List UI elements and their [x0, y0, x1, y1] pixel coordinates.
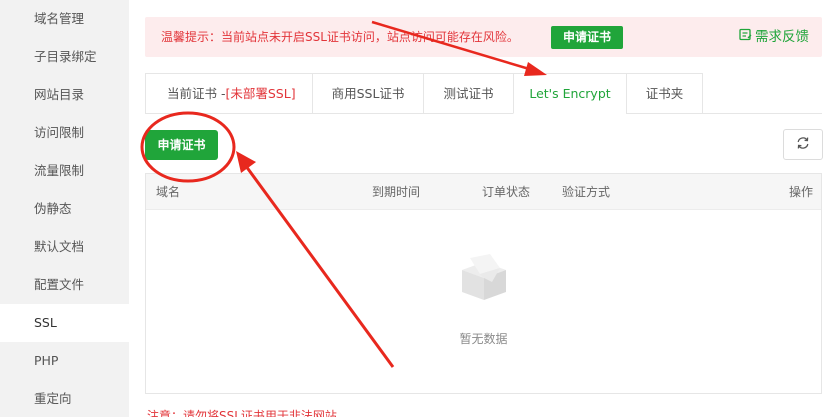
refresh-button[interactable] [783, 129, 823, 160]
ssl-tabs: 当前证书 -[未部署SSL] 商用SSL证书 测试证书 Let's Encryp… [145, 73, 822, 114]
cert-table: 域名 到期时间 订单状态 验证方式 操作 暂无数据 [145, 173, 822, 394]
tab-lets-encrypt[interactable]: Let's Encrypt [513, 73, 626, 114]
table-empty-state: 暂无数据 [146, 210, 821, 395]
feedback-label: 需求反馈 [755, 29, 809, 45]
illegal-use-note: 注意：请勿将SSL证书用于非法网站 [147, 409, 337, 417]
refresh-icon [796, 136, 810, 153]
col-domain: 域名 [156, 185, 181, 199]
tab-business-ssl[interactable]: 商用SSL证书 [312, 73, 423, 114]
sidebar-item-subdir[interactable]: 子目录绑定 [0, 38, 129, 76]
empty-box-icon [456, 252, 512, 307]
sidebar-item-traffic-limit[interactable]: 流量限制 [0, 152, 129, 190]
sidebar-item-default-doc[interactable]: 默认文档 [0, 228, 129, 266]
sidebar-item-domain[interactable]: 域名管理 [0, 0, 129, 38]
tab-current-label: 当前证书 - [167, 86, 226, 101]
warning-text: 温馨提示：当前站点未开启SSL证书访问，站点访问可能存在风险。 [161, 30, 519, 44]
tab-cert-folder[interactable]: 证书夹 [626, 73, 703, 114]
apply-cert-button[interactable]: 申请证书 [145, 130, 218, 160]
main-panel: 温馨提示：当前站点未开启SSL证书访问，站点访问可能存在风险。 申请证书 需求反… [129, 0, 839, 417]
ssl-warning-banner: 温馨提示：当前站点未开启SSL证书访问，站点访问可能存在风险。 申请证书 需求反… [145, 17, 822, 57]
col-verify-method: 验证方式 [562, 185, 611, 199]
sidebar-item-php[interactable]: PHP [0, 342, 129, 380]
tab-current-cert[interactable]: 当前证书 -[未部署SSL] [145, 73, 312, 114]
feedback-link[interactable]: 需求反馈 [739, 17, 809, 58]
banner-apply-button[interactable]: 申请证书 [551, 26, 623, 49]
empty-text: 暂无数据 [459, 332, 508, 346]
sidebar-item-redirect[interactable]: 重定向 [0, 380, 129, 417]
sidebar-item-rewrite[interactable]: 伪静态 [0, 190, 129, 228]
sidebar: 域名管理 子目录绑定 网站目录 访问限制 流量限制 伪静态 默认文档 配置文件 … [0, 0, 129, 417]
sidebar-item-config-file[interactable]: 配置文件 [0, 266, 129, 304]
feedback-icon [739, 18, 752, 58]
tab-current-status: [未部署SSL] [225, 86, 296, 101]
tab-test-cert[interactable]: 测试证书 [423, 73, 513, 114]
page: 域名管理 子目录绑定 网站目录 访问限制 流量限制 伪静态 默认文档 配置文件 … [0, 0, 839, 417]
sidebar-item-access-limit[interactable]: 访问限制 [0, 114, 129, 152]
sidebar-item-ssl[interactable]: SSL [0, 304, 129, 342]
col-actions: 操作 [788, 185, 813, 199]
col-order-status: 订单状态 [482, 185, 531, 199]
sidebar-item-site-dir[interactable]: 网站目录 [0, 76, 129, 114]
table-header: 域名 到期时间 订单状态 验证方式 操作 [146, 174, 821, 210]
col-expire: 到期时间 [372, 185, 421, 199]
